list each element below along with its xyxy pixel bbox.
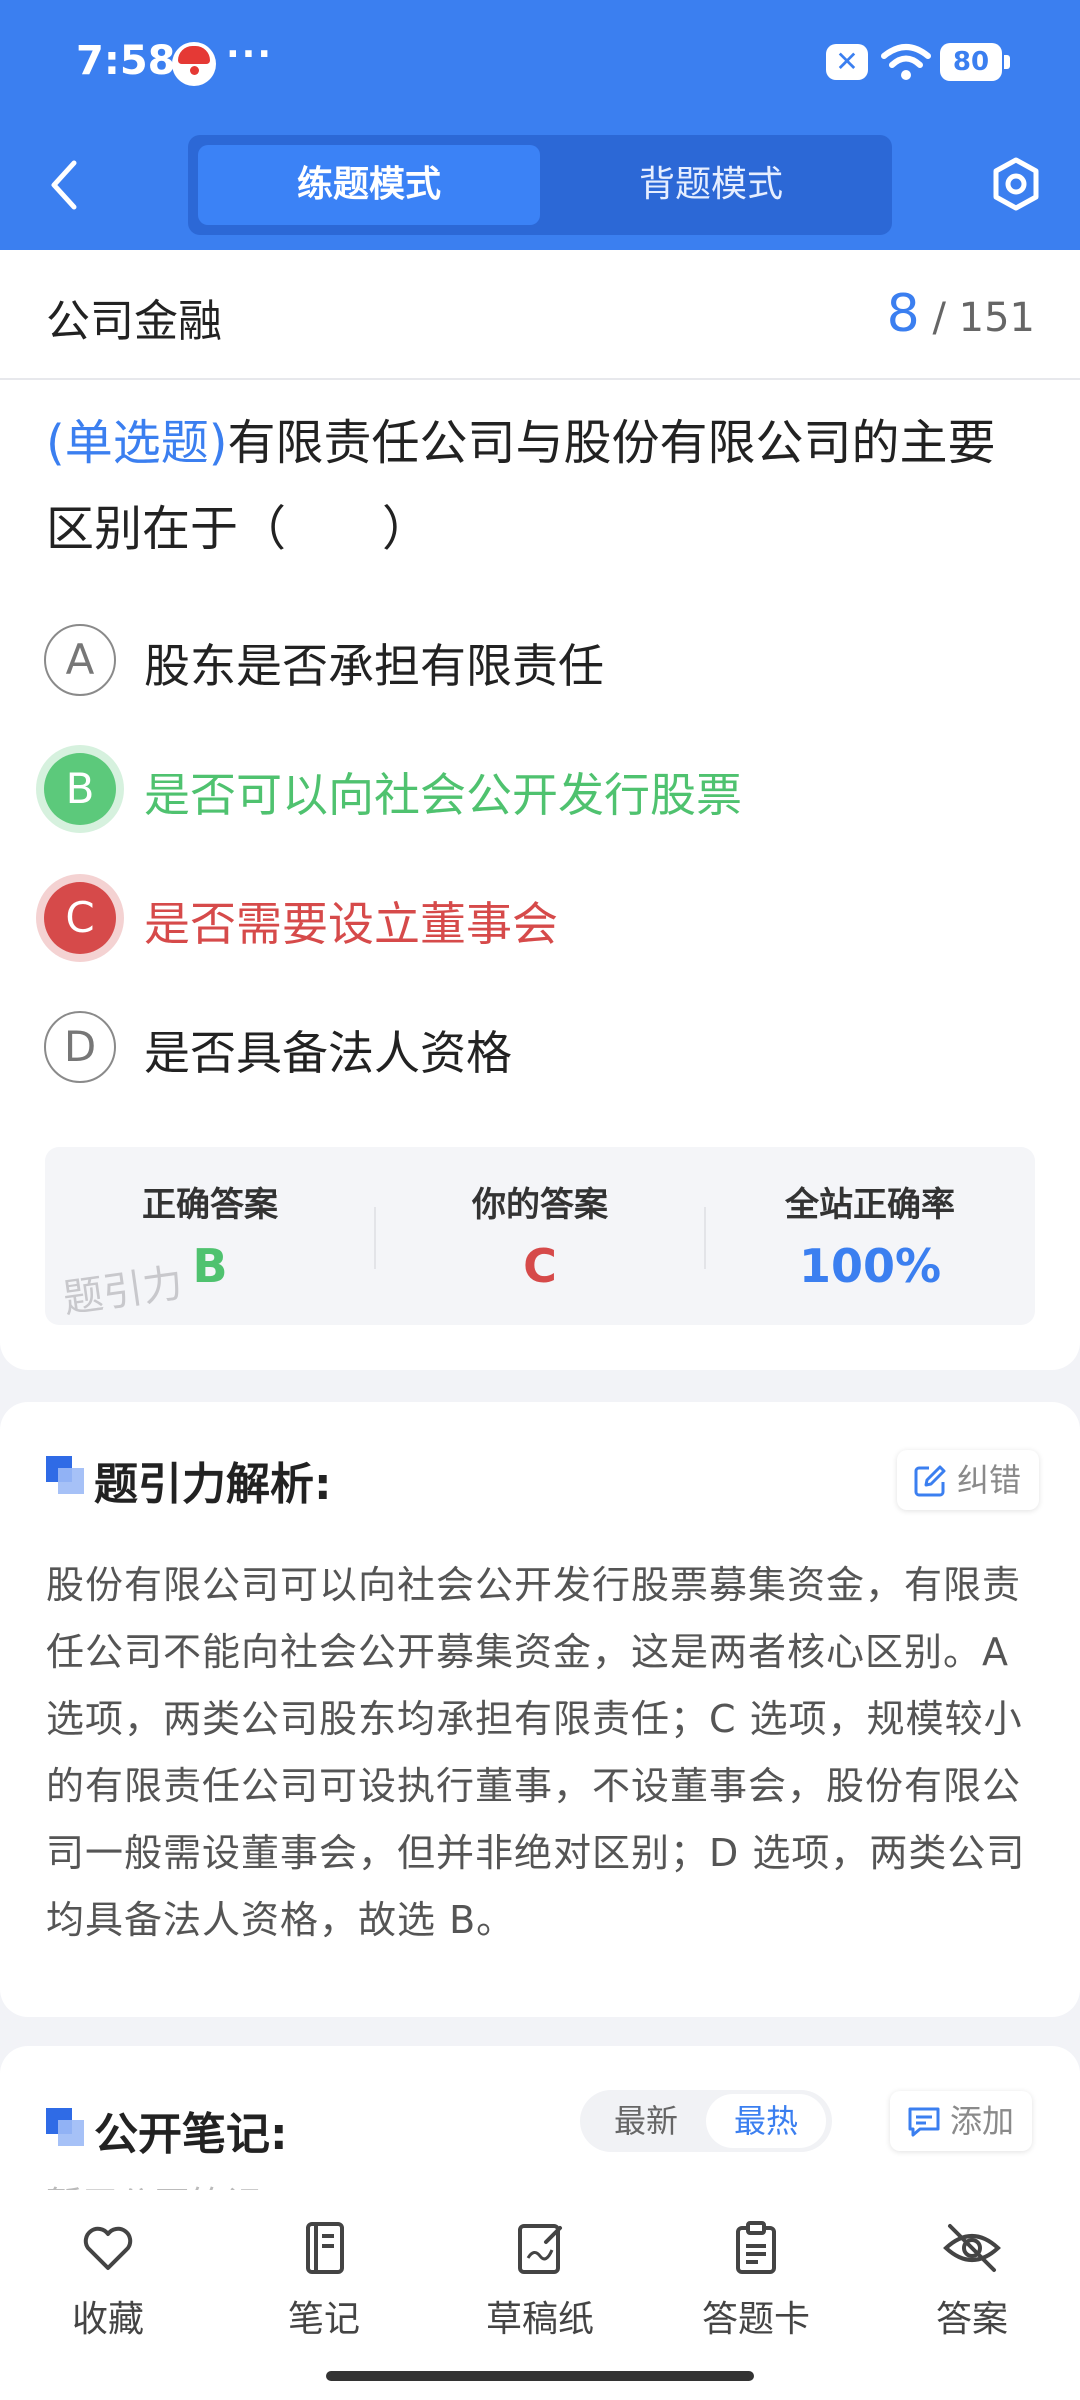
show-answer-label: 答案 <box>935 2299 1008 2340</box>
show-answer-button[interactable]: 答案 <box>892 2220 1052 2350</box>
answer-sheet-button[interactable]: 答题卡 <box>676 2220 836 2350</box>
site-accuracy-block: 全站正确率 100% <box>705 1147 1035 1325</box>
sort-hottest[interactable]: 最热 <box>706 2094 826 2148</box>
status-bar: 7:58 ··· ✕ 80 <box>0 30 1080 100</box>
app-notification-icon <box>172 42 216 86</box>
option-text: 是否需要设立董事会 <box>144 897 558 951</box>
answer-summary: 正确答案 B 你的答案 C 全站正确率 100% 题引力 <box>45 1147 1035 1325</box>
your-answer-value: C <box>523 1239 557 1293</box>
analysis-title: 题引力解析: <box>94 1459 332 1510</box>
divider <box>0 378 1080 380</box>
tab-recite-mode[interactable]: 背题模式 <box>540 145 882 225</box>
question-card: 公司金融 8 / 151 (单选题)有限责任公司与股份有限公司的主要区别在于（ … <box>0 250 1080 1370</box>
more-notifications-icon: ··· <box>226 34 274 75</box>
eye-off-icon <box>943 2224 1001 2272</box>
draft-icon <box>518 2224 562 2274</box>
option-letter: C <box>44 882 116 954</box>
question-type: (单选题) <box>46 415 228 471</box>
mode-switch: 练题模式 背题模式 <box>188 135 892 235</box>
correct-answer-label: 正确答案 <box>142 1185 278 1225</box>
report-error-button[interactable]: 纠错 <box>897 1450 1040 1510</box>
wifi-icon <box>881 44 931 80</box>
site-accuracy-label: 全站正确率 <box>785 1185 955 1225</box>
site-accuracy-value: 100% <box>798 1239 942 1293</box>
answer-sheet-label: 答题卡 <box>701 2299 810 2340</box>
notes-title: 公开笔记: <box>94 2109 288 2160</box>
bottom-toolbar: 收藏 笔记 草稿纸 答题卡 答案 <box>0 2190 1080 2400</box>
subject-title: 公司金融 <box>46 296 222 347</box>
clipboard-icon <box>736 2221 776 2274</box>
notes-button[interactable]: 笔记 <box>244 2220 404 2350</box>
notes-label: 笔记 <box>287 2299 360 2340</box>
favorite-button[interactable]: 收藏 <box>28 2220 188 2350</box>
edit-icon <box>914 1465 946 1497</box>
section-icon <box>46 1456 86 1496</box>
draft-paper-button[interactable]: 草稿纸 <box>460 2220 620 2350</box>
battery-icon: 80 <box>940 43 1010 81</box>
notebook-icon <box>306 2222 344 2274</box>
your-answer-block: 你的答案 C <box>375 1147 705 1325</box>
option-d[interactable]: D 是否具备法人资格 <box>44 1007 1034 1087</box>
heart-icon <box>83 2226 133 2270</box>
mute-icon: ✕ <box>826 44 868 80</box>
tab-practice-mode[interactable]: 练题模式 <box>198 145 540 225</box>
option-text: 是否可以向社会公开发行股票 <box>144 768 742 822</box>
analysis-card: 题引力解析: 纠错 股份有限公司可以向社会公开发行股票募集资金，有限责任公司不能… <box>0 1402 1080 2017</box>
option-text: 是否具备法人资格 <box>144 1026 512 1080</box>
question-stem: (单选题)有限责任公司与股份有限公司的主要区别在于（ ） <box>46 400 1036 572</box>
settings-icon[interactable] <box>990 156 1042 212</box>
your-answer-label: 你的答案 <box>472 1185 608 1225</box>
section-icon <box>46 2108 86 2148</box>
sort-newest[interactable]: 最新 <box>586 2090 706 2152</box>
top-app-bar: 7:58 ··· ✕ 80 练题模式 背题模式 <box>0 0 1080 250</box>
status-time: 7:58 <box>76 38 176 84</box>
report-error-label: 纠错 <box>957 1461 1022 1499</box>
progress-current: 8 <box>886 284 920 344</box>
home-indicator[interactable] <box>326 2371 754 2381</box>
comment-icon <box>908 2107 940 2137</box>
question-progress: 8 / 151 <box>887 284 1035 344</box>
option-a[interactable]: A 股东是否承担有限责任 <box>44 620 1034 700</box>
analysis-text: 股份有限公司可以向社会公开发行股票募集资金，有限责任公司不能向社会公开募集资金，… <box>46 1563 1026 1942</box>
option-letter: B <box>44 753 116 825</box>
add-note-button[interactable]: 添加 <box>890 2091 1033 2151</box>
option-b[interactable]: B 是否可以向社会公开发行股票 <box>44 749 1034 829</box>
option-letter: A <box>44 624 116 696</box>
favorite-label: 收藏 <box>71 2299 144 2340</box>
option-c[interactable]: C 是否需要设立董事会 <box>44 878 1034 958</box>
notes-sort-toggle: 最新 最热 <box>580 2090 832 2152</box>
progress-total: / 151 <box>932 295 1035 341</box>
draft-paper-label: 草稿纸 <box>485 2299 594 2340</box>
back-icon[interactable] <box>44 155 84 215</box>
option-letter: D <box>44 1011 116 1083</box>
option-text: 股东是否承担有限责任 <box>144 639 604 693</box>
add-note-label: 添加 <box>950 2102 1015 2140</box>
